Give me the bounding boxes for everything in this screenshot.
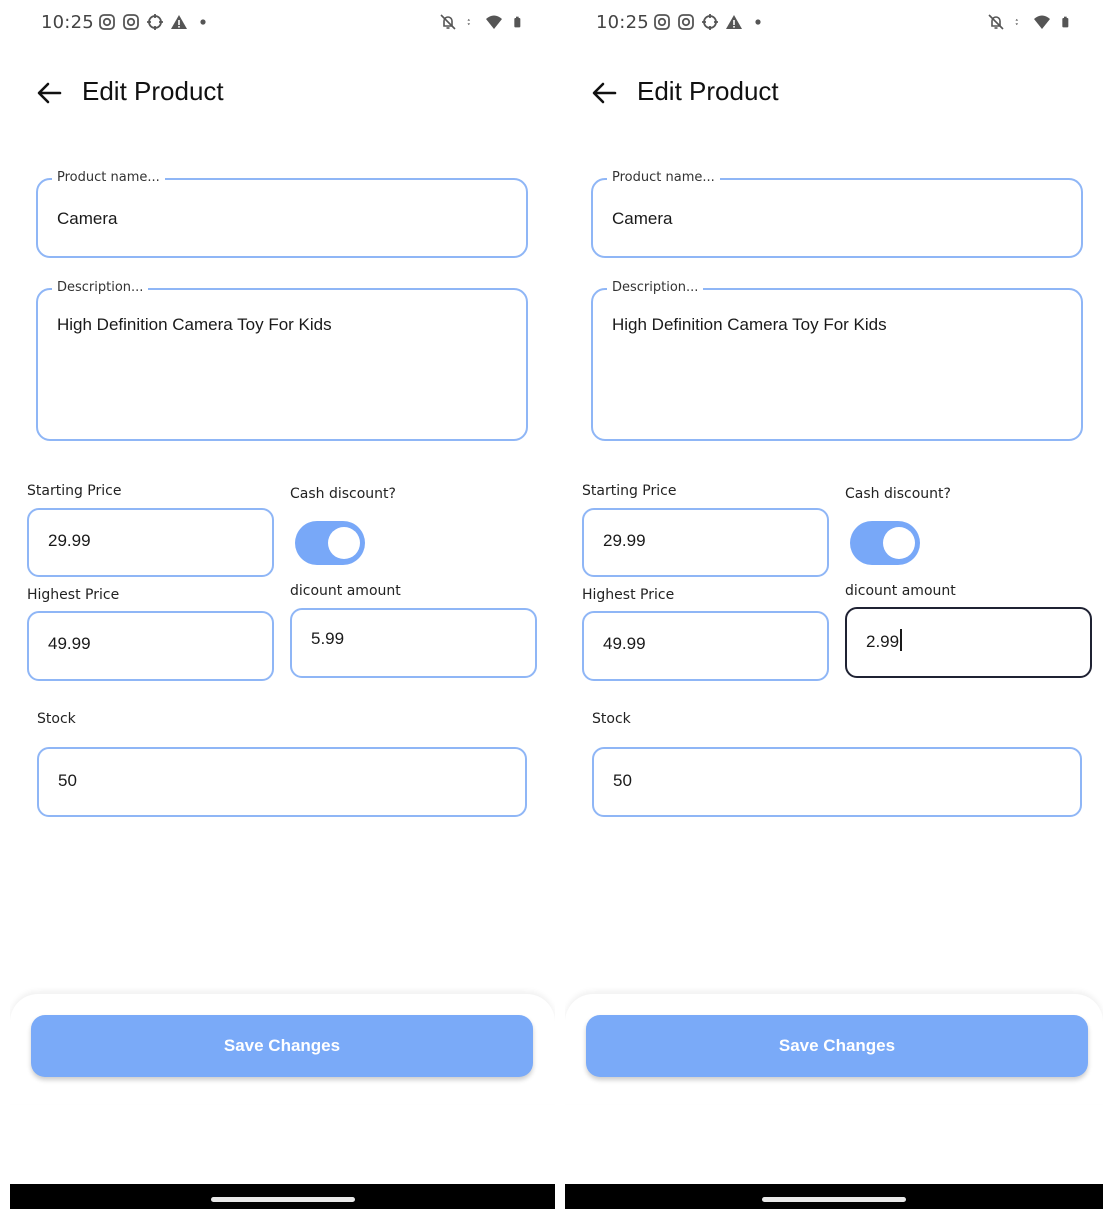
warning-icon bbox=[726, 15, 742, 29]
product-name-label: Product name... bbox=[607, 170, 720, 186]
discount-amount-input[interactable]: 2.99 bbox=[845, 607, 1092, 678]
crosshair-icon bbox=[147, 14, 163, 30]
product-name-label: Product name... bbox=[52, 170, 165, 186]
highest-price-value: 49.99 bbox=[603, 634, 646, 653]
description-label: Description... bbox=[52, 280, 149, 296]
battery-icon bbox=[514, 16, 521, 28]
discount-amount-input[interactable]: 5.99 bbox=[290, 608, 537, 678]
highest-price-input[interactable]: 49.99 bbox=[27, 611, 274, 681]
data-arrows-icon bbox=[467, 18, 471, 26]
description-value: High Definition Camera Toy For Kids bbox=[57, 315, 332, 334]
status-bar: 10:25 bbox=[565, 0, 1103, 46]
description-label: Description... bbox=[607, 280, 704, 296]
save-changes-button[interactable]: Save Changes bbox=[31, 1015, 533, 1077]
starting-price-label: Starting Price bbox=[582, 483, 677, 499]
phone-screen-left: 10:25 Edit Product Product name... Camer… bbox=[10, 0, 555, 1209]
product-name-value: Camera bbox=[57, 209, 118, 228]
starting-price-input[interactable]: 29.99 bbox=[582, 508, 829, 577]
starting-price-value: 29.99 bbox=[603, 531, 646, 550]
description-value: High Definition Camera Toy For Kids bbox=[612, 315, 887, 334]
highest-price-input[interactable]: 49.99 bbox=[582, 611, 829, 681]
dot-icon bbox=[755, 19, 761, 25]
wifi-icon bbox=[1034, 15, 1050, 29]
starting-price-input[interactable]: 29.99 bbox=[27, 508, 274, 577]
starting-price-value: 29.99 bbox=[48, 531, 91, 550]
page-title: Edit Product bbox=[82, 76, 224, 106]
highest-price-value: 49.99 bbox=[48, 634, 91, 653]
bottom-action-panel: Save Changes bbox=[565, 994, 1103, 1104]
stock-input[interactable]: 50 bbox=[592, 747, 1082, 817]
toggle-knob bbox=[883, 527, 915, 559]
product-name-value: Camera bbox=[612, 209, 673, 228]
app-bar: Edit Product bbox=[565, 70, 1103, 116]
bottom-action-panel: Save Changes bbox=[10, 994, 555, 1104]
description-field[interactable]: Description... High Definition Camera To… bbox=[36, 280, 528, 441]
status-time: 10:25 bbox=[41, 12, 94, 33]
cash-discount-toggle[interactable] bbox=[295, 521, 365, 565]
discount-amount-value-wrap: 2.99 bbox=[866, 629, 903, 652]
highest-price-label: Highest Price bbox=[582, 587, 675, 603]
cash-discount-label: Cash discount? bbox=[845, 486, 951, 502]
cash-discount-toggle[interactable] bbox=[850, 521, 920, 565]
home-indicator[interactable] bbox=[210, 1197, 355, 1202]
stock-value: 50 bbox=[58, 771, 77, 790]
stock-input[interactable]: 50 bbox=[37, 747, 527, 817]
discount-amount-label: dicount amount bbox=[290, 583, 401, 599]
stock-label: Stock bbox=[37, 711, 76, 727]
product-name-field[interactable]: Product name... Camera bbox=[591, 170, 1083, 258]
discount-amount-label: dicount amount bbox=[845, 583, 956, 599]
starting-price-label: Starting Price bbox=[27, 483, 122, 499]
discount-amount-value: 2.99 bbox=[866, 632, 900, 651]
status-bar: 10:25 bbox=[10, 0, 555, 46]
instagram-icon bbox=[678, 14, 694, 30]
product-name-field[interactable]: Product name... Camera bbox=[36, 170, 528, 258]
cash-discount-label: Cash discount? bbox=[290, 486, 396, 502]
stock-label: Stock bbox=[592, 711, 631, 727]
app-bar: Edit Product bbox=[10, 70, 555, 116]
dot-icon bbox=[200, 19, 206, 25]
page-title: Edit Product bbox=[637, 76, 779, 106]
save-changes-button[interactable]: Save Changes bbox=[586, 1015, 1088, 1077]
text-cursor bbox=[900, 629, 903, 651]
instagram-icon bbox=[123, 14, 139, 30]
navigation-bar bbox=[565, 1184, 1103, 1209]
stock-value: 50 bbox=[613, 771, 632, 790]
wifi-icon bbox=[486, 15, 502, 29]
crosshair-icon bbox=[702, 14, 718, 30]
data-arrows-icon bbox=[1015, 18, 1019, 26]
warning-icon bbox=[171, 15, 187, 29]
back-arrow-icon[interactable] bbox=[34, 78, 64, 108]
highest-price-label: Highest Price bbox=[27, 587, 120, 603]
toggle-knob bbox=[328, 527, 360, 559]
home-indicator[interactable] bbox=[762, 1197, 906, 1202]
discount-amount-value: 5.99 bbox=[311, 629, 345, 648]
instagram-icon bbox=[654, 14, 670, 30]
instagram-icon bbox=[99, 14, 115, 30]
battery-icon bbox=[1062, 16, 1069, 28]
navigation-bar bbox=[10, 1184, 555, 1209]
status-time: 10:25 bbox=[596, 12, 649, 33]
phone-screen-right: 10:25 Edit Product Product name... Camer… bbox=[565, 0, 1103, 1209]
description-field[interactable]: Description... High Definition Camera To… bbox=[591, 280, 1083, 441]
back-arrow-icon[interactable] bbox=[589, 78, 619, 108]
bell-off-icon bbox=[440, 14, 456, 30]
bell-off-icon bbox=[988, 14, 1004, 30]
